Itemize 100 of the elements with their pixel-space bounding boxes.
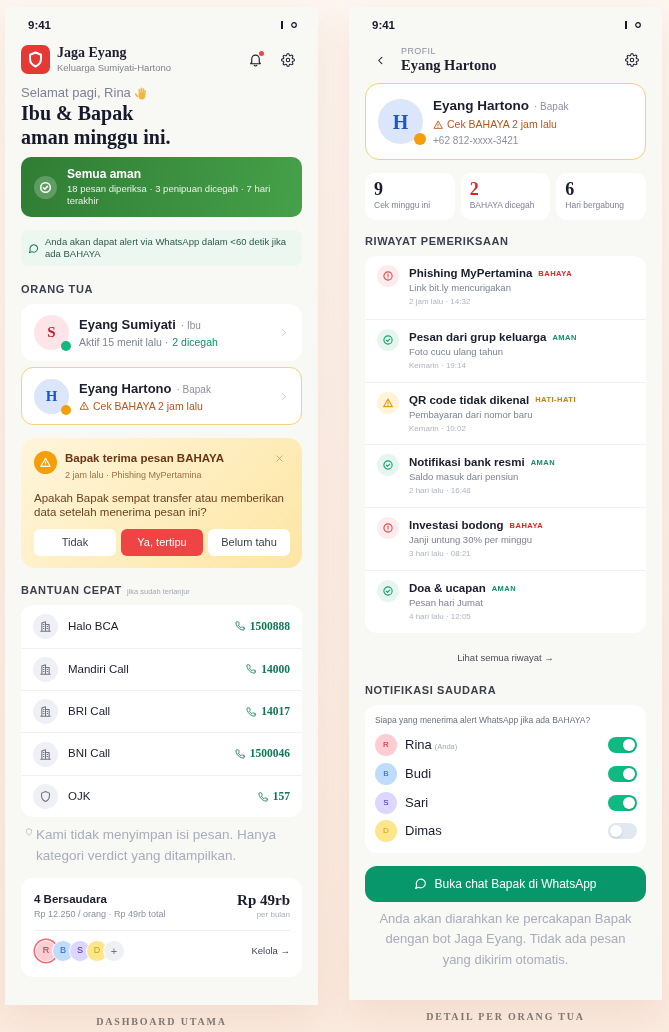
history-title: Notifikasi bank resmi bbox=[409, 455, 525, 471]
history-time: Kemarin · 19:14 bbox=[409, 359, 467, 372]
avatar: S bbox=[375, 791, 397, 814]
parent-name: Eyang Sumiyati bbox=[79, 316, 176, 333]
warning-icon bbox=[433, 119, 443, 130]
history-description: Link bit.ly mencurigakan bbox=[409, 281, 512, 295]
history-time: 4 hari lalu · 12:05 bbox=[409, 611, 472, 623]
hotline-number[interactable]: 14000 bbox=[246, 660, 290, 678]
exclamation-icon bbox=[377, 517, 399, 540]
phone-icon bbox=[234, 621, 245, 632]
history-description: Pembayaran dari nomor baru bbox=[409, 407, 534, 422]
stat-value: 6 bbox=[565, 179, 576, 199]
building-icon bbox=[33, 741, 58, 767]
status-dot-icon bbox=[414, 133, 426, 145]
answer-button[interactable]: Tidak bbox=[34, 529, 116, 556]
chat-icon bbox=[28, 242, 39, 254]
check-circle-icon bbox=[34, 175, 57, 199]
status-title: Semua aman bbox=[67, 167, 143, 182]
avatar: S bbox=[34, 315, 69, 350]
parent-card[interactable]: H Eyang Hartono · Bapak Cek BAHAYA 2 jam lalu bbox=[21, 367, 302, 425]
see-all-link[interactable]: Lihat semua riwayat → bbox=[457, 651, 554, 663]
recipients-prompt: Siapa yang menerima alert WhatsApp jika ada BAHAYA? bbox=[375, 713, 592, 726]
section-heading: BANTUAN CEPAT bbox=[21, 583, 122, 597]
answer-button[interactable]: Ya, tertipu bbox=[121, 529, 203, 556]
avatar: D bbox=[375, 820, 397, 843]
plan-period: per bulan bbox=[255, 910, 290, 921]
hotline-number[interactable]: 1500888 bbox=[234, 617, 290, 636]
status-text: Aktif 15 menit lalu · bbox=[79, 336, 169, 349]
shield-icon bbox=[33, 784, 58, 809]
screen-caption: DETAIL PER ORANG TUA bbox=[426, 1011, 585, 1023]
status-dot-icon bbox=[61, 404, 71, 415]
close-icon[interactable] bbox=[275, 454, 284, 463]
phone-number: +62 812-xxxx-3421 bbox=[433, 134, 520, 148]
stat-label: Cek minggu ini bbox=[374, 200, 432, 211]
alert-title: Bapak terima pesan BAHAYA bbox=[65, 451, 225, 466]
answer-button[interactable]: Belum tahu bbox=[208, 529, 290, 556]
shield-icon bbox=[25, 828, 33, 837]
page-overline: PROFIL bbox=[401, 46, 437, 57]
avatar: B bbox=[375, 762, 397, 785]
app-title: Jaga Eyang bbox=[57, 45, 128, 61]
alert-meta: 2 jam lalu · Phishing MyPertamina bbox=[65, 469, 203, 481]
status-ring-icon bbox=[635, 22, 641, 28]
toggle-switch[interactable] bbox=[608, 823, 637, 840]
check-icon bbox=[377, 328, 399, 351]
recipient-name: Rina bbox=[405, 736, 432, 755]
add-member-button[interactable]: + bbox=[103, 940, 125, 963]
section-heading: ORANG TUA bbox=[21, 282, 94, 296]
manage-link[interactable]: Kelola → bbox=[251, 944, 290, 959]
warning-icon bbox=[34, 451, 57, 474]
info-text: Anda akan dapat alert via WhatsApp dalam <60 detik jika ada BAHAYA bbox=[45, 236, 288, 260]
stat-value: 9 bbox=[374, 179, 384, 199]
history-time: 2 jam lalu · 14:32 bbox=[409, 296, 472, 308]
recipient-name: Dimas bbox=[405, 822, 442, 841]
warning-icon bbox=[79, 401, 89, 411]
recipient-name: Sari bbox=[405, 793, 429, 812]
phone-icon bbox=[257, 791, 268, 802]
toggle-switch[interactable] bbox=[608, 737, 637, 754]
hotline-name: Mandiri Call bbox=[68, 661, 129, 677]
history-title: QR code tidak dikenal bbox=[409, 392, 530, 408]
warning-icon bbox=[377, 391, 399, 414]
parent-name: Eyang Hartono bbox=[79, 379, 172, 397]
hotline-number[interactable]: 14017 bbox=[246, 703, 290, 721]
profile-name: Eyang Hartono bbox=[433, 97, 529, 115]
plan-price: Rp 49rb bbox=[237, 892, 290, 910]
alert-question: Apakah Bapak sempat transfer atau memberikan data setelah menerima pesan ini? bbox=[34, 492, 285, 519]
whatsapp-button[interactable]: Buka chat Bapak di WhatsApp bbox=[365, 865, 646, 902]
status-time: 9:41 bbox=[28, 18, 52, 32]
history-time: 3 hari lalu · 08:21 bbox=[409, 548, 472, 561]
check-icon bbox=[377, 454, 399, 477]
privacy-note: Kami tidak menyimpan isi pesan. Hanya kategori verdict yang ditampilkan. bbox=[36, 826, 278, 866]
status-ring-icon bbox=[291, 22, 297, 28]
hotline-number[interactable]: 157 bbox=[257, 787, 290, 806]
avatar: R bbox=[375, 734, 397, 757]
hotline-name: Halo BCA bbox=[68, 618, 119, 634]
settings-icon[interactable] bbox=[625, 53, 639, 67]
avatar: H bbox=[34, 378, 69, 414]
greeting: Selamat pagi, Rina bbox=[21, 85, 131, 101]
hotline-name: BRI Call bbox=[68, 704, 111, 720]
parent-role: · Bapak bbox=[176, 382, 211, 397]
history-time: 2 hari lalu · 16:48 bbox=[409, 485, 472, 498]
status-text: Cek BAHAYA 2 jam lalu bbox=[447, 117, 557, 132]
settings-icon[interactable] bbox=[281, 52, 295, 67]
recipient-name: Budi bbox=[405, 765, 432, 784]
plan-detail: Rp 12.250 / orang · Rp 49rb total bbox=[34, 908, 166, 921]
toggle-switch[interactable] bbox=[608, 765, 637, 782]
building-icon bbox=[33, 613, 58, 639]
phone-icon bbox=[246, 706, 257, 717]
waving-hand-icon bbox=[134, 86, 147, 100]
history-description: Foto cucu ulang tahun bbox=[409, 344, 504, 359]
history-description: Pesan hari Jumat bbox=[409, 596, 484, 610]
headline: Ibu & Bapak aman minggu ini. bbox=[21, 101, 172, 149]
avatar: H bbox=[378, 99, 423, 144]
parent-card[interactable]: S Eyang Sumiyati · Ibu Aktif 15 menit lalu · 2 dicegah bbox=[21, 304, 302, 361]
hotline-name: BNI Call bbox=[68, 746, 111, 762]
hotline-number[interactable]: 1500046 bbox=[234, 745, 290, 763]
section-heading: RIWAYAT PEMERIKSAAN bbox=[365, 234, 510, 248]
page-title: Eyang Hartono bbox=[401, 57, 498, 74]
toggle-switch[interactable] bbox=[608, 794, 637, 811]
bell-icon[interactable] bbox=[248, 52, 263, 67]
screen-caption: DASHBOARD UTAMA bbox=[96, 1016, 227, 1028]
